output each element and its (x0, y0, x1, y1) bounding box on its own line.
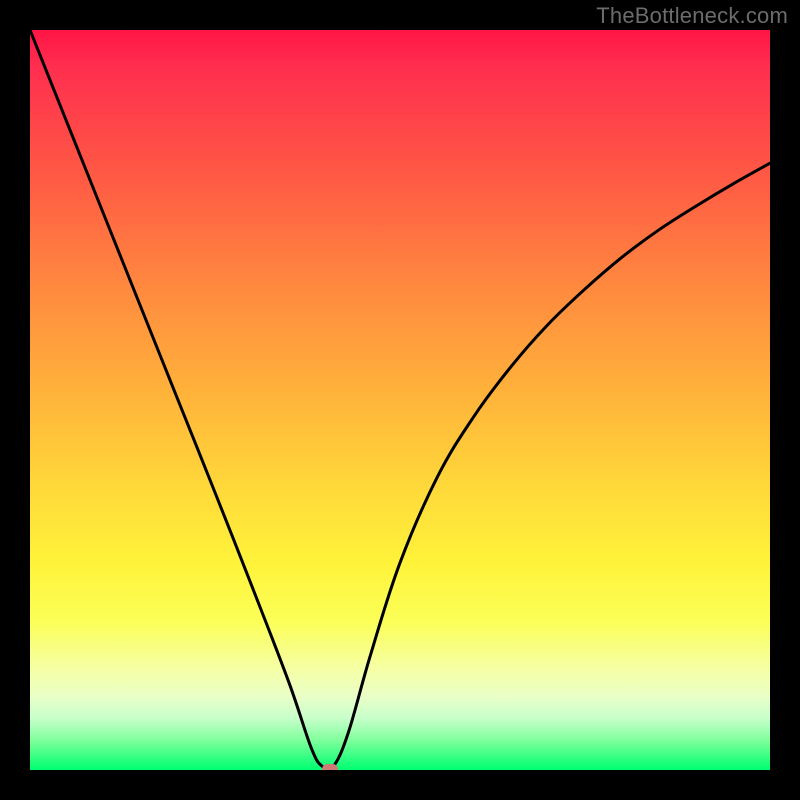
optimum-marker (322, 764, 338, 770)
bottleneck-curve (30, 30, 770, 770)
plot-area (30, 30, 770, 770)
chart-frame: TheBottleneck.com (0, 0, 800, 800)
watermark-text: TheBottleneck.com (596, 3, 788, 29)
